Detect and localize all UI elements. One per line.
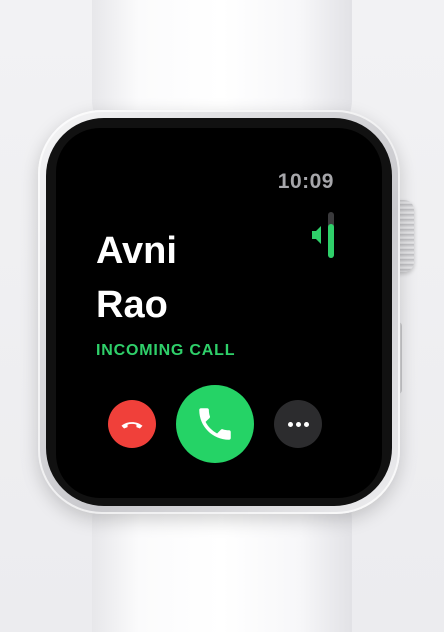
caller-name: Avni Rao — [96, 224, 177, 332]
more-options-button[interactable] — [274, 400, 322, 448]
more-dot — [295, 421, 301, 427]
clock-time: 10:09 — [277, 170, 334, 193]
phone-icon — [199, 408, 231, 440]
phone-down-icon — [121, 422, 143, 429]
more-dots-icon — [287, 421, 293, 427]
watch-product-image: 10:09 Avni Rao INCOMING CALL — [0, 0, 444, 632]
caller-first-name: Avni — [96, 230, 177, 272]
caller-last-name: Rao — [96, 284, 168, 326]
watch-screen: 10:09 Avni Rao INCOMING CALL — [56, 128, 382, 498]
volume-icon[interactable] — [310, 210, 336, 260]
decline-call-button[interactable] — [108, 400, 156, 448]
more-dot — [303, 421, 309, 427]
accept-call-button[interactable] — [176, 385, 254, 463]
call-status: INCOMING CALL — [96, 342, 236, 359]
